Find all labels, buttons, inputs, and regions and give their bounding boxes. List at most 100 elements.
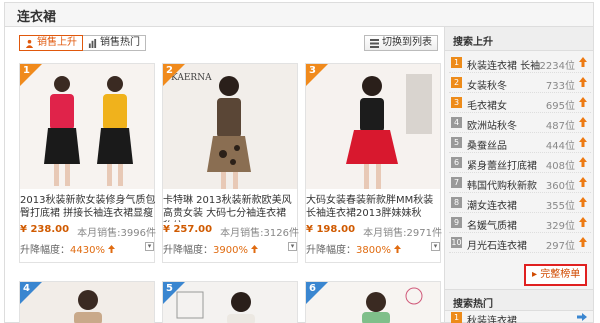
- keyword-link[interactable]: 月光石连衣裙: [467, 237, 545, 252]
- rate-label: 升降幅度：: [20, 245, 70, 256]
- up-arrow-icon: [251, 245, 259, 253]
- list-item[interactable]: 2 女装秋冬 733位: [449, 73, 591, 93]
- product-card[interactable]: KAERNA 2 卡特琳 2013秋装新款欧美风高贵女装 大码七分袖连衣裙 豹纹…: [162, 63, 299, 263]
- keyword-link[interactable]: 紧身蕾丝打底裙: [467, 157, 545, 172]
- product-price: ¥ 238.00: [20, 224, 70, 235]
- list-item[interactable]: 8 潮女连衣裙 355位: [449, 193, 591, 213]
- switch-to-list-button[interactable]: 切换到列表: [364, 35, 438, 51]
- rate-value: 4430%: [70, 245, 105, 256]
- rank-number: 3: [309, 65, 316, 76]
- rank-change: 733位: [545, 81, 575, 92]
- product-price: ¥ 198.00: [306, 224, 356, 235]
- rank-number: 5: [451, 137, 462, 148]
- up-arrow-icon: [579, 97, 587, 107]
- rank-number: 1: [23, 65, 30, 76]
- rank-number: 4: [451, 117, 462, 128]
- product-panel: 销售上升 销售热门 切换到列表 1 2013秋装新款女装修身气质包臀打底裙 拼接…: [4, 26, 444, 323]
- keyword-link[interactable]: 桑蚕丝品: [467, 137, 545, 152]
- rank-number: 1: [451, 312, 462, 323]
- rank-change: 695位: [545, 101, 575, 112]
- list-item[interactable]: 5 桑蚕丝品 444位: [449, 133, 591, 153]
- list-item[interactable]: 1 秋装连衣裙 长袖 2234位: [449, 53, 591, 73]
- rank-number: 1: [451, 57, 462, 68]
- rank-change: 408位: [545, 161, 575, 172]
- product-card[interactable]: 1 2013秋装新款女装修身气质包臀打底裙 拼接长袖连衣裙显瘦A ¥ 238.0…: [19, 63, 156, 263]
- rank-badge: 2: [163, 64, 185, 86]
- price-row: ¥ 257.00 本月销售:3126件: [163, 224, 299, 239]
- rank-badge: 1: [20, 64, 42, 86]
- rank-change: 329位: [545, 221, 575, 232]
- rank-change: 444位: [545, 141, 575, 152]
- rate-value: 3800%: [356, 245, 391, 256]
- rank-change: 297位: [545, 241, 575, 252]
- full-ranking-label: 完整榜单: [540, 269, 581, 280]
- product-card[interactable]: 6: [305, 281, 441, 323]
- expand-icon[interactable]: ▾: [431, 242, 440, 251]
- bar-chart-icon: [88, 38, 97, 48]
- rank-number: 6: [451, 157, 462, 168]
- rank-change: 2234位: [539, 61, 575, 72]
- rank-badge: 4: [20, 282, 42, 304]
- product-description[interactable]: 2013秋装新款女装修身气质包臀打底裙 拼接长袖连衣裙显瘦A: [20, 194, 156, 222]
- keyword-link[interactable]: 女装秋冬: [467, 77, 545, 92]
- list-item[interactable]: 1 秋装连衣裙: [449, 312, 591, 323]
- tab-label: 销售热门: [100, 37, 140, 48]
- rate-label: 升降幅度：: [163, 245, 213, 256]
- keyword-link[interactable]: 韩国代购秋新款: [467, 177, 545, 192]
- keyword-link[interactable]: 名媛气质裙: [467, 217, 545, 232]
- up-arrow-icon: [579, 217, 587, 227]
- product-card[interactable]: 4: [19, 281, 155, 323]
- full-ranking-link[interactable]: ▸ 完整榜单: [524, 264, 587, 286]
- up-arrow-icon: [579, 57, 587, 67]
- keyword-link[interactable]: 秋装连衣裙 长袖: [467, 57, 545, 72]
- tab-sales-rising[interactable]: 销售上升: [19, 35, 83, 51]
- product-card[interactable]: 5: [162, 281, 298, 323]
- rank-number: 4: [23, 283, 30, 294]
- product-description[interactable]: 大码女装春装新款胖MM秋装长袖连衣裙2013胖妹妹秋: [306, 194, 442, 222]
- expand-icon[interactable]: ▾: [145, 242, 154, 251]
- sort-tabs: 销售上升 销售热门: [19, 35, 146, 53]
- tab-label: 销售上升: [37, 37, 77, 48]
- up-arrow-icon: [579, 177, 587, 187]
- rate-row: 升降幅度：3800% ▾: [306, 241, 442, 256]
- keyword-link[interactable]: 秋装连衣裙: [467, 312, 517, 323]
- list-item[interactable]: 7 韩国代购秋新款 360位: [449, 173, 591, 193]
- rank-badge: 5: [163, 282, 185, 304]
- rank-change: 355位: [545, 201, 575, 212]
- expand-icon[interactable]: ▾: [288, 242, 297, 251]
- rank-number: 2: [166, 65, 173, 76]
- rate-value: 3900%: [213, 245, 248, 256]
- person-icon: [25, 39, 34, 48]
- hot-title: 搜索热门: [453, 299, 493, 310]
- list-item[interactable]: 10 月光石连衣裙 297位: [449, 233, 591, 253]
- price-row: ¥ 198.00 本月销售:2971件: [306, 224, 442, 239]
- list-item[interactable]: 3 毛衣裙女 695位: [449, 93, 591, 113]
- monthly-sales: 本月销售:3996件: [77, 228, 156, 239]
- rank-number: 2: [451, 77, 462, 88]
- keyword-link[interactable]: 欧洲站秋冬: [467, 117, 545, 132]
- up-arrow-icon: [579, 77, 587, 87]
- rank-badge: 6: [306, 282, 328, 304]
- rank-number: 3: [451, 97, 462, 108]
- switch-label: 切换到列表: [382, 37, 432, 48]
- rank-number: 8: [451, 197, 462, 208]
- keyword-link[interactable]: 潮女连衣裙: [467, 197, 545, 212]
- up-arrow-icon: [579, 157, 587, 167]
- product-price: ¥ 257.00: [163, 224, 213, 235]
- keyword-link[interactable]: 毛衣裙女: [467, 97, 545, 112]
- rising-header: 搜索上升: [445, 27, 593, 51]
- search-ranking-sidebar: 搜索上升 1 秋装连衣裙 长袖 2234位 2 女装秋冬 733位 3 毛衣裙女…: [444, 26, 594, 323]
- rank-number: 6: [309, 283, 316, 294]
- list-item[interactable]: 6 紧身蕾丝打底裙 408位: [449, 153, 591, 173]
- product-card[interactable]: 3 大码女装春装新款胖MM秋装长袖连衣裙2013胖妹妹秋 ¥ 198.00 本月…: [305, 63, 442, 263]
- hot-header: 搜索热门: [445, 289, 593, 311]
- tab-sales-hot[interactable]: 销售热门: [83, 35, 146, 51]
- product-description[interactable]: 卡特琳 2013秋装新款欧美风高贵女装 大码七分袖连衣裙 豹纹: [163, 194, 299, 222]
- price-row: ¥ 238.00 本月销售:3996件: [20, 224, 156, 239]
- list-item[interactable]: 9 名媛气质裙 329位: [449, 213, 591, 233]
- rank-badge: 3: [306, 64, 328, 86]
- list-item[interactable]: 4 欧洲站秋冬 487位: [449, 113, 591, 133]
- rank-number: 5: [166, 283, 173, 294]
- rank-change: 487位: [545, 121, 575, 132]
- rate-row: 升降幅度：4430% ▾: [20, 241, 156, 256]
